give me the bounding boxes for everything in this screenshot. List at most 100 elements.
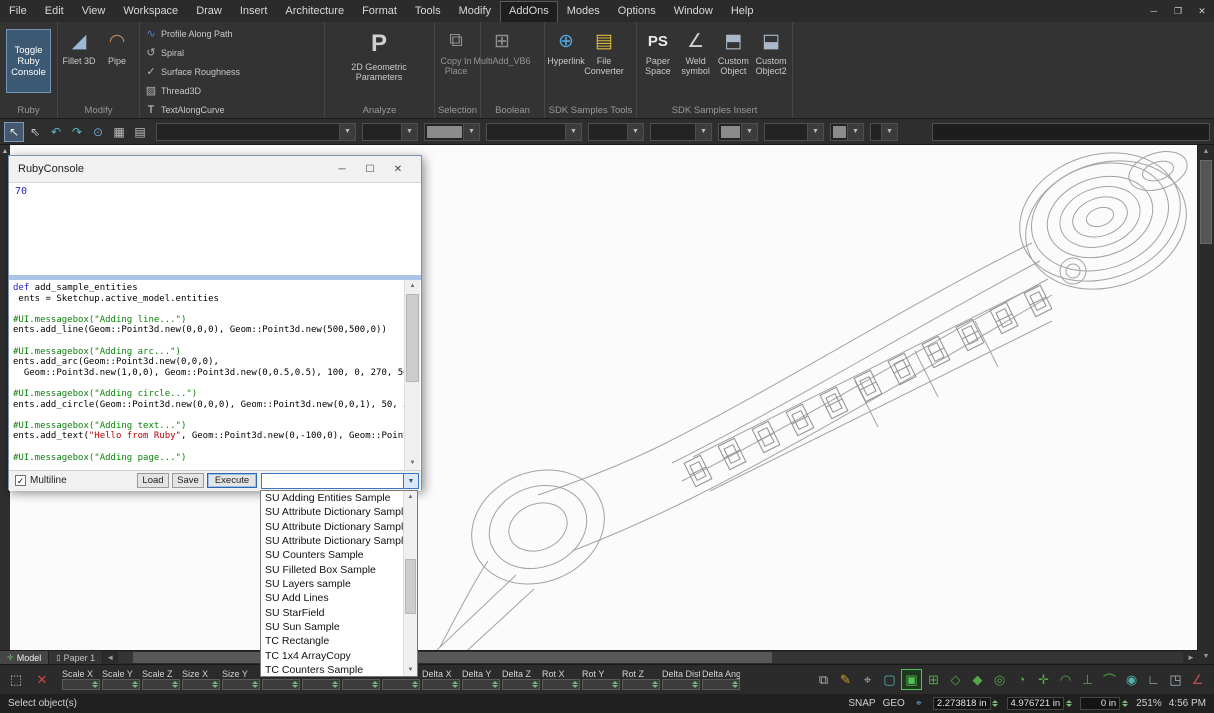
inspector-input-pos-y[interactable] [342, 679, 380, 690]
layer-combo[interactable]: ▼ [870, 123, 898, 141]
ribbon-button-paper-space[interactable]: PSPaper Space [639, 24, 677, 78]
grid-snap-icon[interactable]: ⊞ [923, 669, 944, 690]
table-icon[interactable]: ▦ [109, 122, 129, 142]
console-close-button[interactable]: ✕ [384, 159, 412, 179]
inspector-input-delta-z[interactable] [502, 679, 540, 690]
style-combo[interactable]: ▼ [156, 123, 356, 141]
menu-tools[interactable]: Tools [406, 1, 450, 22]
ribbon-button-pipe[interactable]: ◠Pipe [98, 24, 136, 68]
deselect-icon[interactable]: ✕ [32, 670, 52, 690]
center-snap-icon[interactable]: ◎ [989, 669, 1010, 690]
inspector-input-pos-x[interactable] [302, 679, 340, 690]
samples-combo[interactable]: ▼ [261, 473, 419, 489]
markup-icon[interactable]: ⊙ [88, 122, 108, 142]
menu-modify[interactable]: Modify [450, 1, 500, 22]
select-2d-icon[interactable]: ▢ [879, 669, 900, 690]
menu-file[interactable]: File [0, 1, 36, 22]
scroll-down-icon[interactable]: ▼ [1198, 650, 1214, 664]
ribbon-button-file-converter[interactable]: ▤File Converter [585, 24, 623, 78]
multiline-checkbox[interactable]: ✓ [15, 475, 26, 486]
list-item-su-layers-sample[interactable]: SU Layers sample [261, 577, 404, 591]
midpoint-snap-icon[interactable]: ◆ [967, 669, 988, 690]
z-spinner[interactable] [1120, 697, 1129, 710]
quadrant-snap-icon[interactable]: ◔ [1011, 669, 1032, 690]
selector-mode-icon[interactable]: ⬚ [6, 670, 26, 690]
inspector-input-size-z[interactable] [262, 679, 300, 690]
inspector-input-scale-y[interactable] [102, 679, 140, 690]
scroll-up-icon[interactable]: ▲ [405, 280, 420, 293]
inspector-input-scale-z[interactable] [142, 679, 180, 690]
hatch-combo[interactable]: ▼ [764, 123, 824, 141]
line-color-combo[interactable]: ▼ [424, 123, 480, 141]
select-arrow-icon[interactable]: ↖ [4, 122, 24, 142]
close-button[interactable]: ✕ [1190, 0, 1214, 22]
menu-format[interactable]: Format [353, 1, 406, 22]
vertex-snap-icon[interactable]: ◇ [945, 669, 966, 690]
menu-architecture[interactable]: Architecture [276, 1, 353, 22]
list-item-su-sun-sample[interactable]: SU Sun Sample [261, 620, 404, 634]
list-item-su-filleted-box-sample[interactable]: SU Filleted Box Sample [261, 563, 404, 577]
inspector-input-rot-z[interactable] [622, 679, 660, 690]
console-titlebar[interactable]: RubyConsole ─ ☐ ✕ [9, 156, 421, 183]
inspector-input-rot-y[interactable] [582, 679, 620, 690]
ortho-mode-icon[interactable]: ∟ [1143, 669, 1164, 690]
scroll-down-icon[interactable]: ▼ [404, 664, 417, 676]
save-button[interactable]: Save [172, 473, 204, 488]
inspector-input-delta-x[interactable] [422, 679, 460, 690]
menu-modes[interactable]: Modes [558, 1, 609, 22]
inspector-input-delta-y[interactable] [462, 679, 500, 690]
dock-arrow-icon[interactable]: ▲ [2, 148, 9, 155]
maximize-button[interactable]: ❐ [1166, 0, 1190, 22]
node-edit-icon[interactable]: ⇖ [25, 122, 45, 142]
console-minimize-button[interactable]: ─ [328, 159, 356, 179]
edit-extents-icon[interactable]: ✎ [835, 669, 856, 690]
menu-edit[interactable]: Edit [36, 1, 73, 22]
tab-scroll-right-icon[interactable]: ► [1184, 651, 1198, 664]
geo-toggle[interactable]: GEO [883, 698, 905, 709]
list-item-su-attribute-dictionary-sample-3[interactable]: SU Attribute Dictionary Sample 3 [261, 534, 404, 548]
code-scroll-thumb[interactable] [406, 294, 419, 382]
scroll-up-icon[interactable]: ▲ [404, 491, 417, 503]
list-item-su-attribute-dictionary-sample-1[interactable]: SU Attribute Dictionary Sample 1 [261, 505, 404, 519]
line-style-combo[interactable]: ▼ [486, 123, 582, 141]
fill-color-combo[interactable]: ▼ [718, 123, 758, 141]
snap-toggle[interactable]: SNAP [848, 698, 875, 709]
inspector-input-delta-ang[interactable] [702, 679, 740, 690]
ribbon-button-surface-roughness[interactable]: ✓Surface Roughness [142, 62, 232, 81]
menu-draw[interactable]: Draw [187, 1, 231, 22]
menu-insert[interactable]: Insert [231, 1, 277, 22]
scroll-up-icon[interactable]: ▲ [1198, 145, 1214, 159]
z-coordinate-field[interactable]: 0 in [1080, 697, 1129, 710]
menu-window[interactable]: Window [665, 1, 722, 22]
vertical-scrollbar[interactable]: ▲ ▼ [1197, 145, 1214, 664]
tab-scroll-left-icon[interactable]: ◄ [103, 651, 117, 664]
y-coordinate-field[interactable]: 4.976721 in [1007, 697, 1074, 710]
list-item-su-attribute-dictionary-sample-2[interactable]: SU Attribute Dictionary Sample 2 [261, 520, 404, 534]
menu-view[interactable]: View [73, 1, 115, 22]
line-width-combo[interactable]: ▼ [588, 123, 644, 141]
ribbon-button-fillet-3d[interactable]: ◢Fillet 3D [60, 24, 98, 68]
x-spinner[interactable] [991, 697, 1000, 710]
perpendicular-snap-icon[interactable]: ⊥ [1077, 669, 1098, 690]
vertical-scroll-thumb[interactable] [1200, 160, 1212, 244]
undo-icon[interactable]: ↶ [46, 122, 66, 142]
list-item-su-add-lines[interactable]: SU Add Lines [261, 591, 404, 605]
brush-color-combo[interactable]: ▼ [830, 123, 864, 141]
minimize-button[interactable]: ─ [1142, 0, 1166, 22]
inspector-input-rot-x[interactable] [542, 679, 580, 690]
menu-options[interactable]: Options [609, 1, 665, 22]
select-3d-icon[interactable]: ▣ [901, 669, 922, 690]
ribbon-button-thread3d[interactable]: ▨Thread3D [142, 81, 232, 100]
samples-scroll-thumb[interactable] [405, 559, 416, 614]
ribbon-button-toggle-ruby-console[interactable]: Toggle Ruby Console [6, 29, 51, 93]
redo-icon[interactable]: ↷ [67, 122, 87, 142]
console-code-scrollbar[interactable]: ▲ ▼ [404, 280, 420, 470]
magnetic-snap-icon[interactable]: ◉ [1121, 669, 1142, 690]
tab-paper-1[interactable]: ▯Paper 1 [49, 651, 103, 664]
inspector-input-delta-dist[interactable] [662, 679, 700, 690]
pick-reference-icon[interactable]: ⌖ [857, 669, 878, 690]
angle-lock-icon[interactable]: ∠ [1187, 669, 1208, 690]
ribbon-button-spiral[interactable]: ↺Spiral [142, 43, 232, 62]
list-item-tc-counters-sample[interactable]: TC Counters Sample [261, 663, 404, 676]
console-maximize-button[interactable]: ☐ [356, 159, 384, 179]
